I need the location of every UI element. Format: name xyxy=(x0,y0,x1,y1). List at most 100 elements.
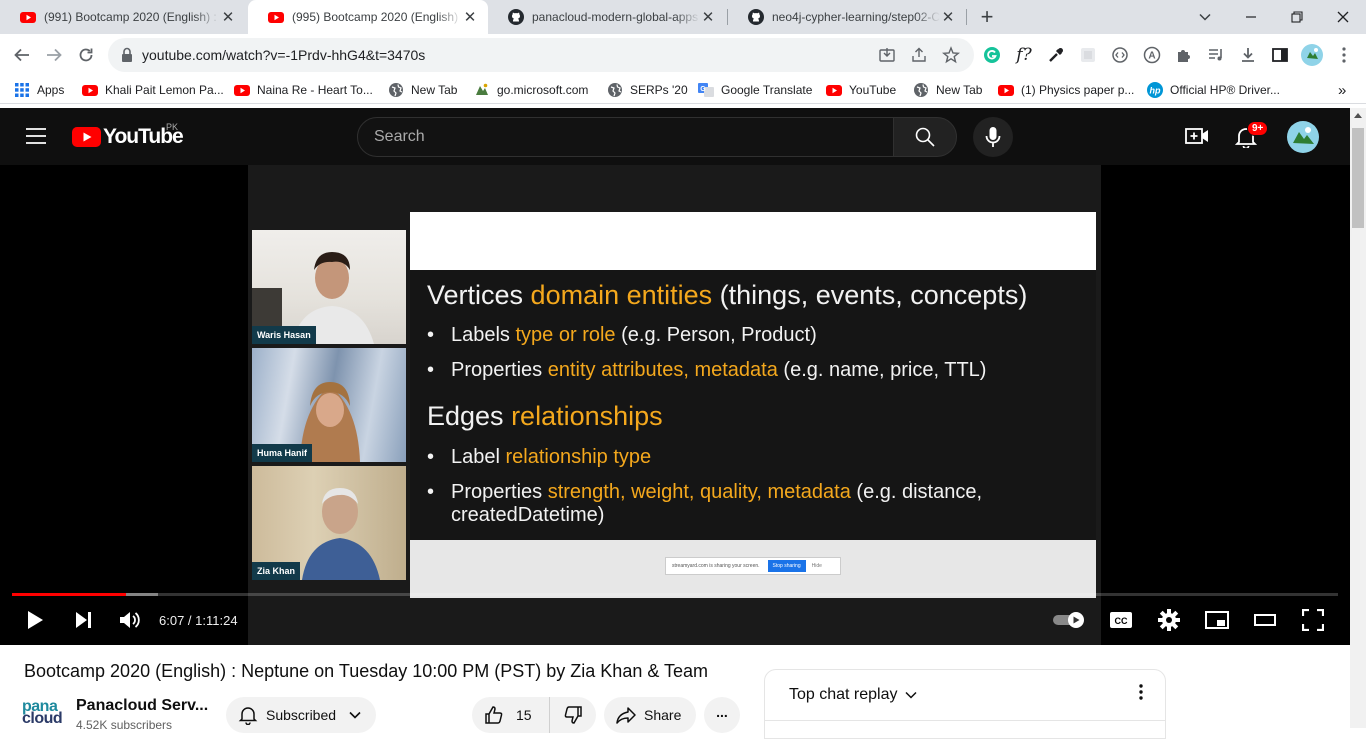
browser-tab[interactable]: panacloud-modern-global-apps ✕ xyxy=(488,0,726,34)
theater-mode-button[interactable] xyxy=(1252,605,1278,635)
close-tab-icon[interactable]: ✕ xyxy=(220,9,236,26)
scrollbar-thumb[interactable] xyxy=(1352,128,1364,228)
account-avatar[interactable] xyxy=(1287,121,1319,153)
bookmark-item[interactable]: SERPs '20 xyxy=(607,81,688,99)
github-icon xyxy=(748,9,764,25)
mute-button[interactable] xyxy=(116,605,144,635)
volume-icon xyxy=(120,612,140,628)
fullscreen-icon xyxy=(1302,609,1324,631)
progress-played xyxy=(12,593,126,596)
bookmark-item[interactable]: go.microsoft.com xyxy=(474,81,588,99)
share-icon[interactable] xyxy=(910,46,928,64)
participant-tile: Zia Khan xyxy=(252,466,406,580)
bookmark-item[interactable]: hp Official HP® Driver... xyxy=(1147,81,1280,99)
chat-menu-button[interactable] xyxy=(1139,684,1143,700)
bookmark-item[interactable]: Khali Pait Lemon Pa... xyxy=(82,81,224,99)
bookmark-item[interactable]: (1) Physics paper p... xyxy=(998,81,1134,99)
code-extension-icon[interactable] xyxy=(1109,44,1131,66)
participant-name: Huma Hanif xyxy=(252,444,313,462)
tab-search-button[interactable] xyxy=(1182,0,1228,34)
autoplay-toggle-icon xyxy=(1053,612,1084,628)
tab-title: (995) Bootcamp 2020 (English) : xyxy=(292,10,462,24)
miniplayer-icon xyxy=(1205,611,1229,629)
media-controls-icon[interactable] xyxy=(1205,44,1227,66)
reload-button[interactable] xyxy=(70,39,102,71)
bookmarks-overflow-button[interactable]: » xyxy=(1338,81,1346,99)
close-window-button[interactable] xyxy=(1320,0,1366,34)
apps-grid-icon xyxy=(15,83,29,97)
live-chat-panel: Top chat replay xyxy=(764,669,1166,739)
translate-icon: G xyxy=(698,83,714,97)
youtube-logo[interactable]: YouTube PK xyxy=(72,122,184,149)
tab-title: neo4j-cypher-learning/step02-C xyxy=(772,10,940,24)
chat-mode-dropdown[interactable]: Top chat replay xyxy=(789,686,918,704)
voice-search-button[interactable] xyxy=(973,117,1013,157)
browser-tab-active[interactable]: (995) Bootcamp 2020 (English) : ✕ xyxy=(248,0,488,34)
browser-tab[interactable]: neo4j-cypher-learning/step02-C ✕ xyxy=(728,0,966,34)
bookmark-apps[interactable]: Apps xyxy=(14,81,64,99)
close-tab-icon[interactable]: ✕ xyxy=(700,9,716,26)
bookmark-item[interactable]: YouTube xyxy=(826,81,896,99)
fullscreen-button[interactable] xyxy=(1300,605,1326,635)
screen-share-notice: streamyard.com is sharing your screen. S… xyxy=(665,557,841,575)
bookmark-item[interactable]: New Tab xyxy=(913,81,982,99)
extension-placeholder-icon[interactable] xyxy=(1077,44,1099,66)
browser-toolbar: youtube.com/watch?v=-1Prdv-hhG4&t=3470s … xyxy=(0,34,1366,76)
next-icon xyxy=(76,612,91,628)
video-frame[interactable]: Waris Hasan Huma Hanif Zia Khan Vertices… xyxy=(248,165,1101,645)
bookmark-item[interactable]: G Google Translate xyxy=(698,81,812,99)
address-bar[interactable]: youtube.com/watch?v=-1Prdv-hhG4&t=3470s xyxy=(108,38,974,72)
forward-button[interactable] xyxy=(38,39,70,71)
browser-menu-icon[interactable] xyxy=(1333,44,1355,66)
eyedropper-icon[interactable] xyxy=(1045,44,1067,66)
progress-bar[interactable] xyxy=(12,593,1338,596)
time-display: 6:07 / 1:11:24 xyxy=(159,613,238,628)
youtube-icon xyxy=(998,85,1014,96)
slide-heading-edges: Edges relationships xyxy=(427,401,663,431)
new-tab-button[interactable]: + xyxy=(964,0,1010,34)
a-extension-icon[interactable]: A xyxy=(1141,44,1163,66)
minimize-button[interactable] xyxy=(1228,0,1274,34)
tab-title: panacloud-modern-global-apps xyxy=(532,10,699,24)
bookmark-label: YouTube xyxy=(849,83,897,97)
share-arrow-icon xyxy=(616,707,636,724)
bookmark-item[interactable]: Naina Re - Heart To... xyxy=(234,81,373,99)
notifications-button[interactable]: 9+ xyxy=(1235,121,1269,148)
search-button[interactable] xyxy=(893,117,957,157)
scroll-up-arrow-icon[interactable] xyxy=(1354,112,1362,118)
browser-tab[interactable]: (991) Bootcamp 2020 (English) : ✕ xyxy=(0,0,246,34)
install-app-icon[interactable] xyxy=(878,46,896,64)
settings-button[interactable] xyxy=(1156,605,1182,635)
bookmark-label: go.microsoft.com xyxy=(497,83,589,97)
bookmark-star-icon[interactable] xyxy=(942,46,960,64)
channel-logo[interactable]: pana cloud xyxy=(22,699,66,728)
play-button[interactable] xyxy=(22,605,48,635)
search-input[interactable]: Search xyxy=(357,117,894,157)
thumbs-down-icon xyxy=(564,706,582,724)
next-button[interactable] xyxy=(70,605,96,635)
restore-button[interactable] xyxy=(1274,0,1320,34)
channel-name[interactable]: Panacloud Serv... xyxy=(76,697,208,715)
bookmark-label: New Tab xyxy=(411,83,458,97)
close-tab-icon[interactable]: ✕ xyxy=(462,9,478,26)
video-player[interactable]: Waris Hasan Huma Hanif Zia Khan Vertices… xyxy=(0,165,1350,645)
miniplayer-button[interactable] xyxy=(1204,605,1230,635)
bookmark-label: (1) Physics paper p... xyxy=(1021,83,1135,97)
grammarly-icon[interactable] xyxy=(981,44,1003,66)
url-text[interactable]: youtube.com/watch?v=-1Prdv-hhG4&t=3470s xyxy=(142,47,425,63)
close-tab-icon[interactable]: ✕ xyxy=(940,9,956,26)
create-video-button[interactable] xyxy=(1185,127,1209,145)
bookmark-item[interactable]: New Tab xyxy=(388,81,457,99)
youtube-icon xyxy=(82,85,98,96)
autoplay-toggle[interactable] xyxy=(1052,605,1088,635)
download-icon[interactable] xyxy=(1237,44,1259,66)
extensions-puzzle-icon[interactable] xyxy=(1173,44,1195,66)
subscribed-label: Subscribed xyxy=(266,707,337,723)
side-panel-icon[interactable] xyxy=(1269,44,1291,66)
hamburger-menu-icon[interactable] xyxy=(26,128,46,144)
function-extension-icon[interactable]: f? xyxy=(1013,44,1035,66)
subtitles-button[interactable]: CC xyxy=(1108,605,1134,635)
restore-icon xyxy=(1291,11,1303,23)
back-button[interactable] xyxy=(6,39,38,71)
profile-avatar[interactable] xyxy=(1301,44,1323,66)
